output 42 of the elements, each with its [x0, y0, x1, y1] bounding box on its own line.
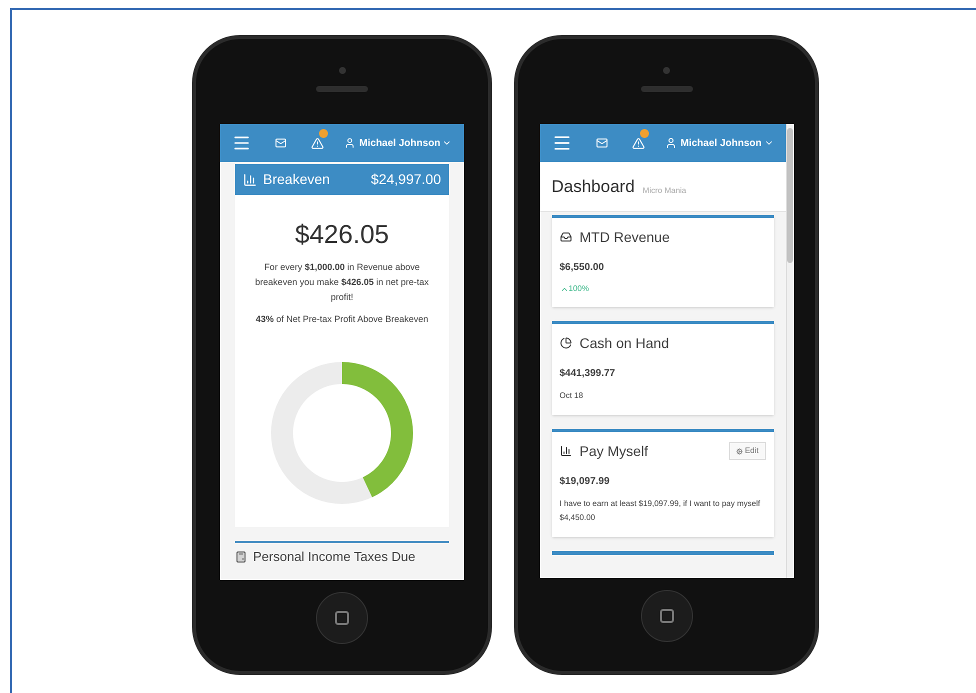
- card-title: Pay Myself: [580, 442, 648, 461]
- panel-title: Breakeven: [263, 170, 330, 189]
- square-icon: [660, 609, 674, 623]
- calculator-icon: [235, 550, 247, 563]
- profit-share-label: 43% of Net Pre-tax Profit Above Breakeven: [256, 313, 428, 326]
- bar-chart-icon: [560, 445, 572, 457]
- alert-icon[interactable]: [632, 136, 644, 150]
- home-button[interactable]: [316, 592, 368, 644]
- card-value: $6,550.00: [560, 261, 605, 275]
- profit-description: For every $1,000.00 in Revenue above breakeven you make $426.05 in net pre-tax profit!: [254, 261, 430, 304]
- mail-icon[interactable]: [596, 137, 608, 149]
- change-percent: 100%: [568, 283, 589, 295]
- user-menu[interactable]: Michael Johnson: [359, 136, 440, 150]
- alert-icon[interactable]: [310, 136, 324, 150]
- scrollbar[interactable]: [786, 124, 794, 578]
- user-icon: [344, 137, 356, 149]
- card-title: Cash on Hand: [580, 334, 670, 352]
- card-note: I have to earn at least $19,097.99, if I want to pay myself $4,450.00: [560, 498, 762, 524]
- panel-title: Personal Income Taxes Due: [253, 548, 416, 566]
- speaker-grille: [640, 86, 692, 92]
- user-icon: [664, 137, 676, 149]
- speaker-grille: [316, 86, 368, 92]
- scrollbar-thumb[interactable]: [787, 128, 794, 263]
- home-button[interactable]: [640, 590, 692, 642]
- page-title: Dashboard: [552, 176, 635, 198]
- pie-chart-icon: [560, 337, 572, 349]
- bar-chart-icon: [243, 172, 257, 186]
- panel-amount: $24,997.00: [370, 170, 441, 189]
- camera-icon: [338, 67, 346, 74]
- square-icon: [335, 611, 349, 625]
- user-menu[interactable]: Michael Johnson: [680, 136, 762, 150]
- mail-icon[interactable]: [275, 137, 287, 149]
- page-subtitle: Micro Mania: [642, 185, 686, 197]
- card-value: $441,399.77: [560, 367, 616, 381]
- card-note: Oct 18: [560, 390, 584, 402]
- inbox-icon: [560, 231, 572, 243]
- profit-value: $426.05: [295, 218, 389, 251]
- edit-button[interactable]: Edit: [728, 442, 766, 460]
- gear-icon: [736, 448, 743, 454]
- camera-icon: [663, 67, 670, 74]
- card-title: MTD Revenue: [580, 228, 670, 246]
- card-value: $19,097.99: [560, 475, 611, 489]
